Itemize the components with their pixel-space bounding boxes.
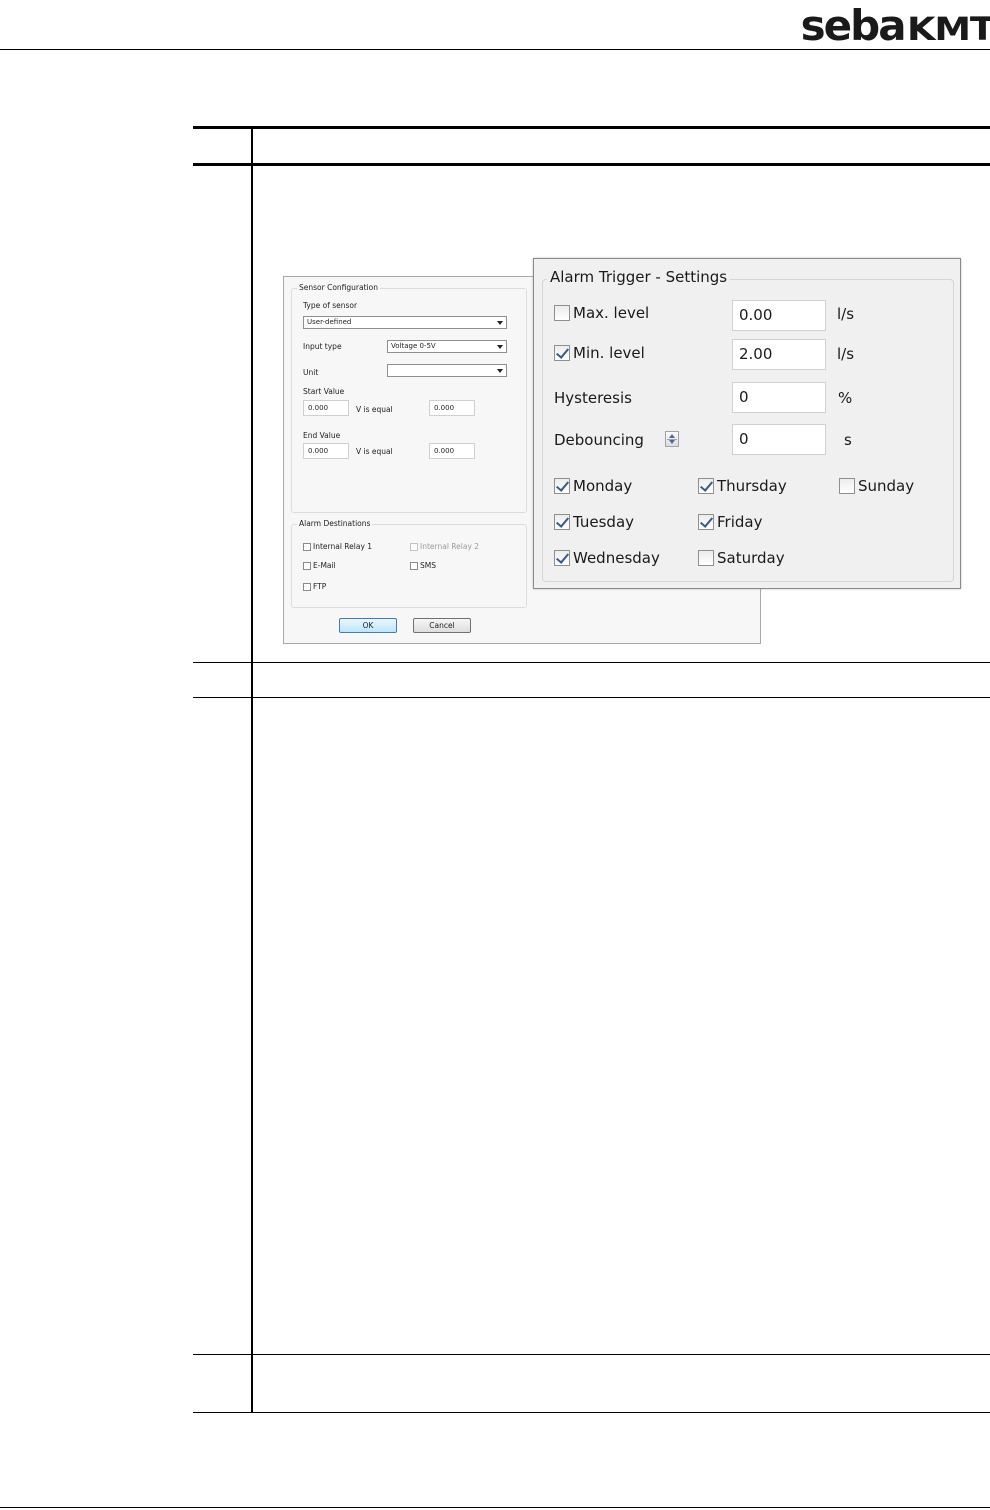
checkbox-box <box>410 542 418 551</box>
check-icon <box>699 514 714 528</box>
input-type-select[interactable]: Voltage 0-5V <box>387 340 507 353</box>
spinner-up-icon <box>669 434 675 438</box>
sms-label: SMS <box>420 561 436 570</box>
tuesday-checkbox[interactable]: Tuesday <box>554 513 634 531</box>
end-value-input[interactable]: 0.000 <box>303 443 349 459</box>
chevron-down-icon <box>497 345 503 349</box>
alarm-trigger-settings-dialog: Alarm Trigger - Settings Max. level 0.00… <box>533 258 961 589</box>
sebakmt-logo: seba KMT <box>800 1 990 50</box>
logo-text-kmt: KMT <box>906 10 990 48</box>
chevron-down-icon <box>497 321 503 325</box>
checkbox-box <box>554 550 570 566</box>
checkbox-box <box>303 582 311 591</box>
end-value-label: End Value <box>303 431 341 440</box>
sunday-checkbox[interactable]: Sunday <box>839 477 914 495</box>
checkbox-box <box>554 478 570 494</box>
type-of-sensor-label: Type of sensor <box>303 301 358 310</box>
monday-checkbox[interactable]: Monday <box>554 477 632 495</box>
tuesday-label: Tuesday <box>573 513 635 531</box>
checkbox-box <box>698 550 714 566</box>
check-icon <box>699 478 714 492</box>
checkbox-box <box>698 478 714 494</box>
table-header-border <box>193 163 990 166</box>
min-level-input[interactable]: 2.00 <box>732 339 826 370</box>
max-level-unit: l/s <box>837 305 855 323</box>
spinner-down-icon <box>669 440 675 444</box>
alarm-trigger-settings-title: Alarm Trigger - Settings <box>547 268 731 286</box>
table-bottom-border <box>193 1412 990 1413</box>
check-icon <box>555 478 570 492</box>
saturday-checkbox[interactable]: Saturday <box>698 549 785 567</box>
chevron-down-icon <box>497 369 503 373</box>
unit-label: Unit <box>303 368 319 377</box>
debouncing-unit: s <box>844 431 852 449</box>
hysteresis-label: Hysteresis <box>554 389 632 407</box>
checkbox-box <box>839 478 855 494</box>
email-label: E-Mail <box>313 561 336 570</box>
hysteresis-input[interactable]: 0 <box>732 382 826 413</box>
thursday-label: Thursday <box>717 477 787 495</box>
max-level-checkbox[interactable]: Max. level <box>554 304 649 322</box>
alarm-destinations-title: Alarm Destinations <box>297 519 373 528</box>
internal-relay-2-checkbox[interactable]: Internal Relay 2 <box>410 542 479 551</box>
sms-checkbox[interactable]: SMS <box>410 561 436 570</box>
ftp-checkbox[interactable]: FTP <box>303 582 326 591</box>
friday-checkbox[interactable]: Friday <box>698 513 762 531</box>
table-column-divider <box>251 126 253 1413</box>
checkbox-box <box>698 514 714 530</box>
sunday-label: Sunday <box>858 477 915 495</box>
start-value-input[interactable]: 0.000 <box>303 400 349 416</box>
header-rule <box>0 49 990 50</box>
end-equal-input[interactable]: 0.000 <box>429 443 475 459</box>
internal-relay-1-label: Internal Relay 1 <box>313 542 373 551</box>
min-level-label: Min. level <box>573 344 645 362</box>
max-level-label: Max. level <box>573 304 650 322</box>
min-level-checkbox[interactable]: Min. level <box>554 344 645 362</box>
check-icon <box>555 514 570 528</box>
debouncing-input[interactable]: 0 <box>732 424 826 455</box>
max-level-input[interactable]: 0.00 <box>732 300 826 331</box>
end-equal-label: V is equal <box>356 447 393 456</box>
sensor-configuration-title: Sensor Configuration <box>297 283 380 292</box>
saturday-label: Saturday <box>717 549 785 567</box>
monday-label: Monday <box>573 477 633 495</box>
wednesday-checkbox[interactable]: Wednesday <box>554 549 660 567</box>
table-row-divider <box>193 662 990 663</box>
input-type-label: Input type <box>303 342 342 351</box>
cancel-button[interactable]: Cancel <box>413 618 471 633</box>
unit-select[interactable] <box>387 364 507 377</box>
checkbox-box <box>554 345 570 361</box>
check-icon <box>555 550 570 564</box>
debouncing-spinner-icon[interactable] <box>665 431 679 447</box>
internal-relay-2-label: Internal Relay 2 <box>420 542 480 551</box>
checkbox-box <box>554 305 570 321</box>
type-of-sensor-select[interactable]: User-defined <box>303 316 507 329</box>
friday-label: Friday <box>717 513 763 531</box>
ftp-label: FTP <box>313 582 327 591</box>
start-value-label: Start Value <box>303 387 345 396</box>
hysteresis-unit: % <box>838 389 853 407</box>
ok-button[interactable]: OK <box>339 618 397 633</box>
checkbox-box <box>303 561 311 570</box>
start-equal-input[interactable]: 0.000 <box>429 400 475 416</box>
input-type-value: Voltage 0-5V <box>391 342 436 350</box>
thursday-checkbox[interactable]: Thursday <box>698 477 787 495</box>
start-equal-label: V is equal <box>356 405 393 414</box>
internal-relay-1-checkbox[interactable]: Internal Relay 1 <box>303 542 372 551</box>
type-of-sensor-value: User-defined <box>307 318 352 326</box>
logo-text-seba: seba <box>800 1 907 50</box>
debouncing-label: Debouncing <box>554 431 644 449</box>
checkbox-box <box>410 561 418 570</box>
checkbox-box <box>303 542 311 551</box>
footer-rule <box>0 1507 990 1508</box>
check-icon <box>555 345 570 359</box>
wednesday-label: Wednesday <box>573 549 660 567</box>
table-row-divider <box>193 697 990 698</box>
checkbox-box <box>554 514 570 530</box>
table-top-border <box>193 126 990 129</box>
min-level-unit: l/s <box>837 345 855 363</box>
table-row-divider <box>193 1354 990 1355</box>
email-checkbox[interactable]: E-Mail <box>303 561 336 570</box>
